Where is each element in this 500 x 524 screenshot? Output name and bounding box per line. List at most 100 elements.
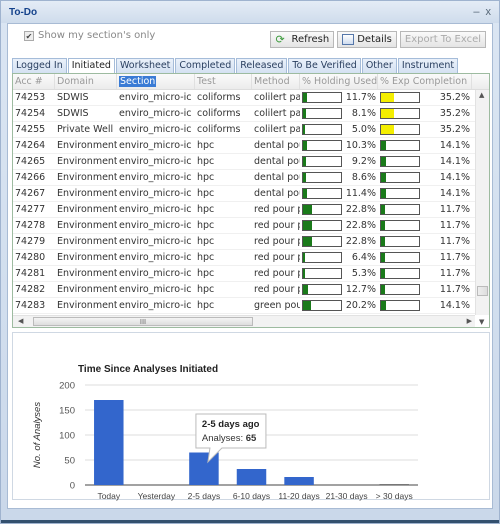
domain-cell: Environmental [57, 268, 117, 279]
section-cell: enviro_micro-ic [119, 188, 192, 199]
table-row[interactable]: 74253 SDWIS enviro_micro-ic coliforms colile… [13, 90, 489, 106]
exp-completion-cell: 14.1% [378, 170, 472, 185]
exp-completion-cell-value: 35.2% [439, 107, 470, 119]
export-label: Export To Excel [404, 34, 481, 45]
holding-used-cell-bar [302, 108, 342, 119]
exp-completion-cell-bar-fill [381, 301, 387, 310]
minimize-button[interactable]: – [473, 6, 479, 18]
tab-completed[interactable]: Completed [175, 58, 236, 73]
column-header-method[interactable]: Method [252, 74, 300, 89]
details-icon [342, 34, 355, 45]
vertical-scroll-thumb[interactable] [477, 286, 488, 296]
exp-completion-cell: 11.7% [378, 234, 472, 249]
tab-released[interactable]: Released [236, 58, 288, 73]
table-row[interactable]: 74264 Environmentalenviro_micro-ic hpc dent… [13, 138, 489, 154]
checkbox-check-icon[interactable]: ✔ [24, 30, 34, 41]
holding-used-cell-bar [302, 188, 342, 199]
tab-logged-in[interactable]: Logged In [12, 58, 67, 73]
top-toolbar: ✔ Show my section's only ⟳ Refresh Detai… [8, 24, 492, 58]
exp-completion-cell: 11.7% [378, 282, 472, 297]
x-tick-label: > 30 daysago [376, 491, 413, 501]
column-header-acc[interactable]: Acc # [13, 74, 55, 89]
horizontal-scrollbar[interactable]: ◀ III ▶ [13, 315, 475, 327]
horizontal-scroll-thumb[interactable]: III [33, 317, 253, 326]
domain-cell: Private Well [57, 124, 114, 135]
y-tick-label: 200 [59, 381, 75, 392]
table-row[interactable]: 74266 Environmentalenviro_micro-ic hpc dent… [13, 170, 489, 186]
tab-to-be-verified[interactable]: To Be Verified [288, 58, 361, 73]
exp-completion-cell-bar-fill [381, 269, 386, 278]
holding-used-cell-bar-fill [303, 125, 305, 134]
vertical-scrollbar[interactable]: ▲ ▼ [475, 90, 489, 326]
column-header-section[interactable]: Section [117, 74, 195, 89]
table-row[interactable]: 74281 Environmentalenviro_micro-ic hpc red … [13, 266, 489, 282]
tab-worksheet[interactable]: Worksheet [115, 58, 175, 73]
holding-used-cell-value: 5.3% [351, 267, 376, 279]
column-header-label: Domain [57, 76, 94, 87]
export-to-excel-button[interactable]: Export To Excel [399, 31, 486, 48]
exp-completion-cell-bar-fill [381, 237, 386, 246]
tab-instrument[interactable]: Instrument [397, 58, 459, 73]
exp-completion-cell-bar [380, 284, 420, 295]
exp-completion-cell-value: 11.7% [439, 267, 470, 279]
tab-initiated[interactable]: Initiated [67, 58, 115, 73]
table-row[interactable]: 74265 Environmentalenviro_micro-ic hpc dent… [13, 154, 489, 170]
exp-completion-cell-bar-fill [381, 173, 387, 182]
table-row[interactable]: 74254 SDWIS enviro_micro-ic coliforms colile… [13, 106, 489, 122]
domain-cell: Environmental [57, 156, 117, 167]
table-row[interactable]: 74283 Environmentalenviro_micro-ic hpc gree… [13, 298, 489, 314]
refresh-button[interactable]: ⟳ Refresh [270, 31, 335, 48]
holding-used-cell-bar [302, 92, 342, 103]
tab-other[interactable]: Other [361, 58, 397, 73]
column-header-exp-completion[interactable]: % Exp Completion [378, 74, 472, 89]
scroll-up-icon[interactable]: ▲ [479, 91, 484, 99]
show-my-section-only-checkbox[interactable]: ✔ Show my section's only [24, 30, 155, 41]
method-cell: red pour p [254, 236, 300, 247]
column-header-test[interactable]: Test [195, 74, 252, 89]
x-tick-label: 6-10 daysago [233, 491, 270, 501]
table-row[interactable]: 74282 Environmentalenviro_micro-ic hpc red … [13, 282, 489, 298]
exp-completion-cell-bar [380, 236, 420, 247]
domain-cell: Environmental [57, 252, 117, 263]
table-row[interactable]: 74279 Environmentalenviro_micro-ic hpc red … [13, 234, 489, 250]
y-tick-label: 0 [70, 481, 75, 492]
holding-used-cell: 8.1% [300, 106, 378, 121]
scroll-down-icon[interactable]: ▼ [479, 318, 484, 326]
table-row[interactable]: 74280 Environmentalenviro_micro-ic hpc red … [13, 250, 489, 266]
holding-used-cell-value: 22.8% [345, 203, 376, 215]
exp-completion-cell: 35.2% [378, 106, 472, 121]
exp-completion-cell-bar-fill [381, 109, 395, 118]
acc-number-cell: 74264 [15, 140, 46, 151]
table-row[interactable]: 74267 Environmentalenviro_micro-ic hpc dent… [13, 186, 489, 202]
chart-bar [94, 400, 124, 485]
close-button[interactable]: x [486, 6, 492, 18]
exp-completion-cell-value: 11.7% [439, 283, 470, 295]
exp-completion-cell-bar-fill [381, 205, 386, 214]
table-row[interactable]: 74255 Private Well enviro_micro-ic coliform… [13, 122, 489, 138]
exp-completion-cell-bar [380, 268, 420, 279]
holding-used-cell-bar-fill [303, 205, 312, 214]
holding-used-cell: 11.4% [300, 186, 378, 201]
details-button[interactable]: Details [337, 31, 397, 48]
window-title: To-Do [9, 6, 38, 18]
column-header-domain[interactable]: Domain [55, 74, 117, 89]
holding-used-cell-bar [302, 268, 342, 279]
holding-used-cell-value: 20.2% [345, 299, 376, 311]
column-header-holding-used[interactable]: % Holding Used [300, 74, 378, 89]
exp-completion-cell: 11.7% [378, 266, 472, 281]
holding-used-cell-bar [302, 172, 342, 183]
exp-completion-cell-value: 14.1% [439, 171, 470, 183]
table-row[interactable]: 74278 Environmentalenviro_micro-ic hpc red … [13, 218, 489, 234]
holding-used-cell-bar-fill [303, 285, 308, 294]
exp-completion-cell: 14.1% [378, 186, 472, 201]
table-row[interactable]: 74277 Environmentalenviro_micro-ic hpc red … [13, 202, 489, 218]
chart-bar [284, 477, 314, 485]
test-cell: hpc [197, 172, 215, 183]
holding-used-cell-bar-fill [303, 301, 311, 310]
acc-number-cell: 74283 [15, 300, 46, 311]
acc-number-cell: 74253 [15, 92, 46, 103]
scroll-left-icon[interactable]: ◀ [18, 317, 23, 325]
method-cell: colilert pa [254, 124, 300, 135]
scroll-right-icon[interactable]: ▶ [467, 317, 472, 325]
time-since-initiated-chart: Time Since Analyses Initiated No. of Anal… [12, 332, 490, 512]
